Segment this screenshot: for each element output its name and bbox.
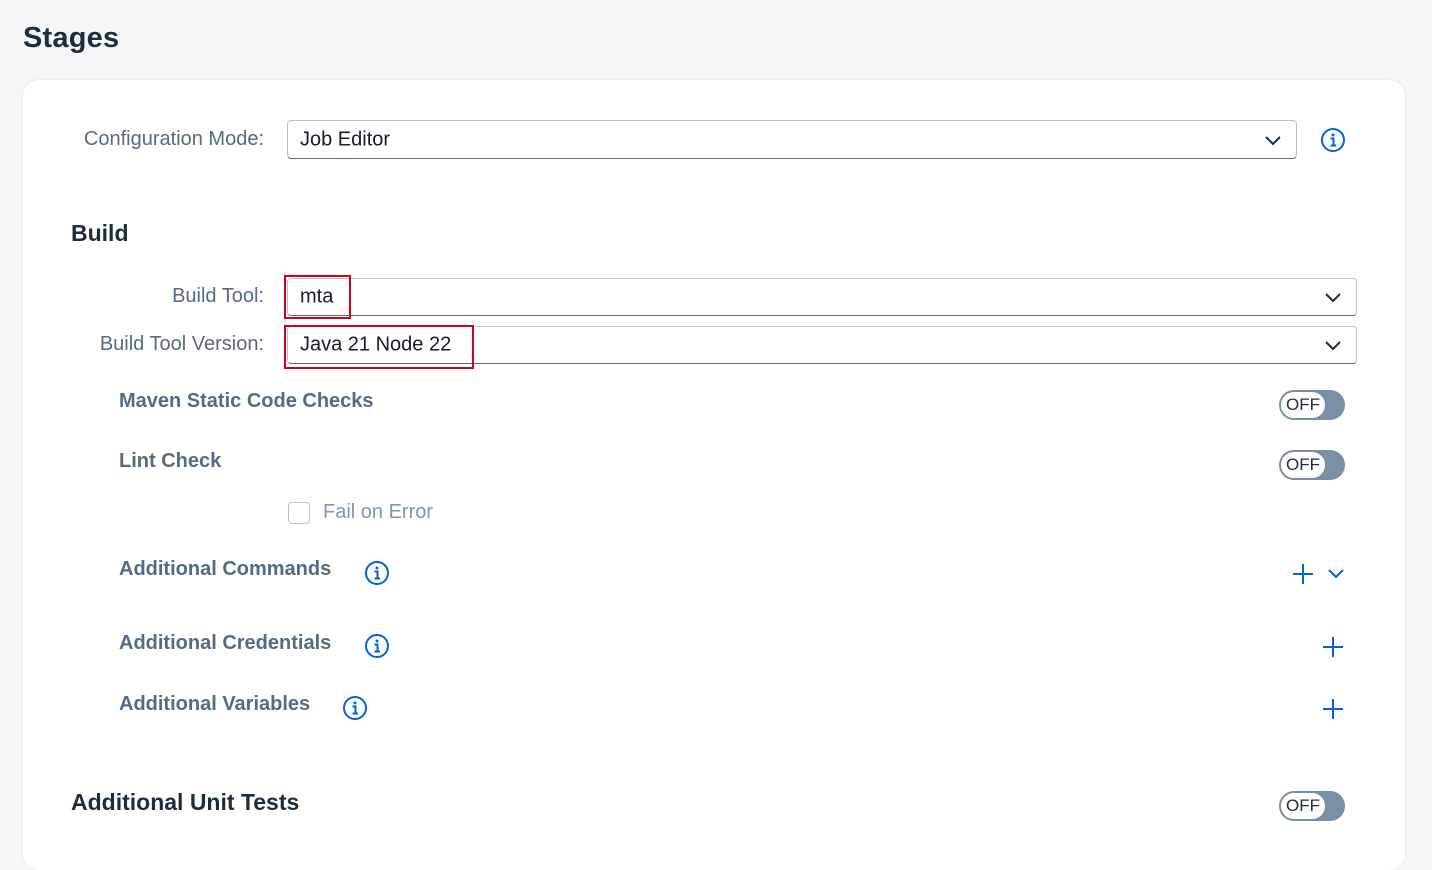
configuration-mode-label: Configuration Mode:	[83, 128, 264, 150]
configuration-mode-select[interactable]: Job Editor	[287, 120, 1297, 159]
build-tool-version-value: Java 21 Node 22	[300, 333, 452, 356]
fail-on-error-checkbox[interactable]	[288, 502, 310, 524]
toggle-state: OFF	[1280, 792, 1326, 820]
additional-variables-label: Additional Variables	[119, 693, 311, 715]
add-credential-plus-icon[interactable]	[1321, 635, 1345, 659]
add-command-plus-icon[interactable]	[1291, 562, 1315, 586]
chevron-down-icon	[1325, 293, 1341, 303]
additional-commands-info-icon[interactable]	[364, 560, 390, 586]
maven-static-code-checks-label: Maven Static Code Checks	[119, 390, 374, 412]
additional-unit-tests-title: Additional Unit Tests	[71, 789, 300, 815]
page-title: Stages	[23, 22, 120, 54]
additional-credentials-label: Additional Credentials	[119, 632, 332, 654]
build-tool-select[interactable]: mta	[287, 278, 1357, 316]
maven-static-code-checks-toggle[interactable]: OFF	[1279, 390, 1345, 420]
chevron-down-icon	[1325, 341, 1341, 351]
additional-credentials-info-icon[interactable]	[364, 633, 390, 659]
toggle-state: OFF	[1280, 451, 1326, 479]
build-section-title: Build	[71, 220, 129, 246]
stages-card	[23, 80, 1405, 870]
configuration-mode-info-icon[interactable]	[1320, 127, 1346, 153]
chevron-down-icon	[1265, 135, 1281, 145]
toggle-state: OFF	[1280, 391, 1326, 419]
build-tool-value: mta	[300, 285, 334, 308]
additional-unit-tests-toggle[interactable]: OFF	[1279, 791, 1345, 821]
build-tool-label: Build Tool:	[172, 285, 264, 307]
additional-commands-label: Additional Commands	[119, 558, 332, 580]
lint-check-toggle[interactable]: OFF	[1279, 450, 1345, 480]
configuration-mode-value: Job Editor	[300, 128, 391, 150]
add-variable-plus-icon[interactable]	[1321, 697, 1345, 721]
expand-commands-chevron-down-icon[interactable]	[1325, 562, 1347, 586]
build-tool-version-label: Build Tool Version:	[99, 333, 264, 355]
additional-variables-info-icon[interactable]	[342, 695, 368, 721]
lint-check-label: Lint Check	[119, 450, 222, 472]
build-tool-version-select[interactable]: Java 21 Node 22	[287, 326, 1357, 364]
fail-on-error-label: Fail on Error	[323, 501, 434, 523]
